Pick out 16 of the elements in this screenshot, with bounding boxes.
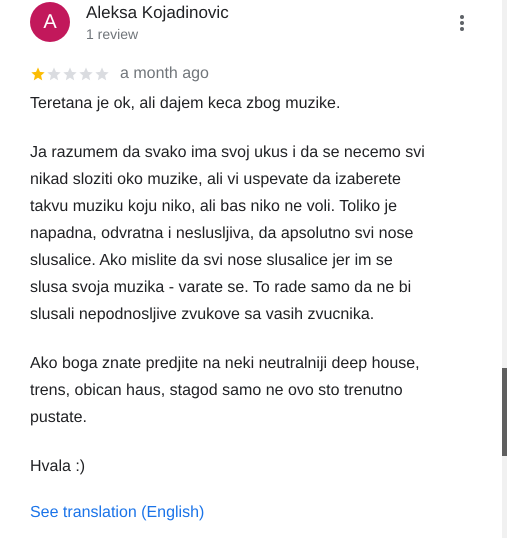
- scrollbar-thumb[interactable]: [502, 368, 507, 456]
- more-options-icon[interactable]: [460, 15, 464, 31]
- author-name[interactable]: Aleksa Kojadinovic: [86, 2, 460, 24]
- review-paragraph: Teretana je ok, ali dajem keca zbog muzike.: [30, 94, 342, 114]
- star-icon: [94, 66, 110, 82]
- star-icon: [78, 66, 94, 82]
- review-paragraph: Ako boga znate predjite na neki neutralniji deep house, trens, obican haus, stagod samo ne ovo sto trenutno pustate.: [30, 354, 421, 428]
- avatar[interactable]: A: [30, 2, 70, 42]
- review-time: a month ago: [120, 64, 209, 84]
- star-icon: [30, 66, 46, 82]
- review-paragraph: Ja razumem da svako ima svoj ukus i da se necemo svi nikad sloziti oko muzike, ali vi uspevate da izaberete takvu muziku koju niko, ali bas niko ne voli. Toliko je napadna, odvratna i neslusljiva, da apsolutno svi nose slusalice. Ako mislite da svi nose slusalice jer im se slusa svoja muzika - varate se. To rade samo da ne bi slusali nepodnosljive zvukove sa vasih zvucnika.: [30, 143, 426, 325]
- star-icon: [62, 66, 78, 82]
- star-icon: [46, 66, 62, 82]
- translation-link[interactable]: See translation (English): [0, 499, 204, 526]
- review-count: 1 review: [86, 25, 140, 44]
- review-paragraph: Hvala :): [30, 457, 86, 477]
